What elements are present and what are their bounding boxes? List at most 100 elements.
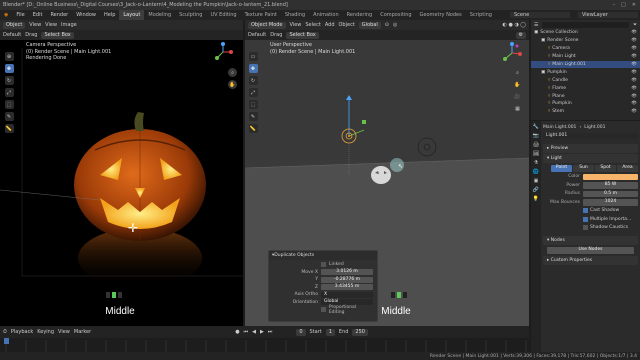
- object-tab-icon[interactable]: ▣: [534, 178, 539, 184]
- hand-pan-icon[interactable]: ✋: [228, 80, 237, 89]
- menu-edit[interactable]: Edit: [29, 12, 47, 18]
- maximize-button[interactable]: □: [621, 2, 626, 8]
- multiple-importance-checkbox[interactable]: [583, 216, 588, 222]
- minimize-button[interactable]: –: [613, 2, 616, 8]
- cast-shadow-checkbox[interactable]: [583, 208, 588, 214]
- shadow-caustics-row[interactable]: Shadow Caustics: [543, 224, 638, 233]
- outliner-row[interactable]: ▿ Stem 👁: [531, 108, 640, 116]
- proportional-icon[interactable]: ◎: [393, 22, 397, 28]
- right-select-tool-icon[interactable]: ▭: [248, 52, 258, 61]
- outliner-row[interactable]: ▿ Main Light 👁: [531, 53, 640, 61]
- right-rotate-tool-icon[interactable]: ↻: [248, 76, 258, 85]
- right-menu-select[interactable]: Select: [305, 22, 320, 28]
- zoom-icon[interactable]: ⌕: [228, 68, 237, 77]
- visibility-eye-icon[interactable]: 👁: [631, 54, 637, 59]
- light-color-swatch[interactable]: [583, 173, 638, 180]
- camera-view-icon[interactable]: 🎥: [513, 92, 522, 101]
- left-render-viewport[interactable]: ✛ Camera Perspective (0) Render Scene | …: [0, 40, 243, 326]
- move-x-field[interactable]: 3.0126 m: [321, 269, 373, 276]
- right-hand-pan-icon[interactable]: ✋: [513, 80, 522, 89]
- visibility-eye-icon[interactable]: 👁: [631, 46, 637, 51]
- move-tool-icon[interactable]: ✥: [4, 64, 14, 73]
- timeline-menu-marker[interactable]: Marker: [74, 329, 91, 335]
- tool-tab-icon[interactable]: 🔧: [533, 124, 539, 130]
- outliner-row[interactable]: ▿ Flame 👁: [531, 84, 640, 92]
- constraints-tab-icon[interactable]: 🔗: [533, 187, 539, 193]
- outliner-row[interactable]: ▣ Render Scene 👁: [531, 37, 640, 45]
- view-layer-tab-icon[interactable]: 🖼: [533, 151, 539, 157]
- visibility-eye-icon[interactable]: 👁: [631, 86, 637, 91]
- cast-shadow-row[interactable]: Cast Shadow: [543, 207, 638, 216]
- filter-icon[interactable]: ⏷: [633, 22, 637, 28]
- tab-compositing[interactable]: Compositing: [376, 10, 415, 20]
- multiple-importance-row[interactable]: Multiple Importa...: [543, 215, 638, 224]
- right-annotate-tool-icon[interactable]: ✎: [248, 112, 258, 121]
- right-move-tool-icon[interactable]: ✥: [248, 64, 258, 73]
- light-type-area[interactable]: Area: [617, 165, 638, 172]
- outliner-row[interactable]: ▣ Scene Collection 👁: [531, 29, 640, 37]
- timeline-menu-keying[interactable]: Keying: [37, 329, 54, 335]
- left-mode-dropdown[interactable]: Object: [3, 21, 26, 29]
- play-icon[interactable]: ▶: [260, 329, 264, 335]
- world-tab-icon[interactable]: 🌐: [533, 169, 539, 175]
- right-orientation-label[interactable]: Default: [248, 32, 266, 38]
- panel-header[interactable]: ▾ Duplicate Objects: [269, 251, 377, 260]
- visibility-eye-icon[interactable]: 👁: [631, 94, 637, 99]
- play-reverse-icon[interactable]: ◀: [252, 329, 256, 335]
- proportional-checkbox[interactable]: [320, 307, 326, 313]
- start-frame-field[interactable]: 1: [325, 328, 335, 336]
- visibility-eye-icon[interactable]: 👁: [631, 30, 637, 35]
- datablock-field[interactable]: Light.001: [543, 132, 638, 139]
- right-transform-tool-icon[interactable]: ⬚: [248, 100, 258, 109]
- radius-field[interactable]: 0.5 m: [583, 190, 638, 197]
- left-menu-image[interactable]: Image: [61, 22, 77, 28]
- scene-selector[interactable]: Scene: [509, 12, 570, 18]
- right-menu-view[interactable]: View: [290, 22, 302, 28]
- axis-ortho-dropdown[interactable]: X: [321, 291, 373, 298]
- timeline-ruler[interactable]: [0, 338, 529, 352]
- cursor-tool-icon[interactable]: ⊕: [4, 52, 14, 61]
- right-menu-add[interactable]: Add: [325, 22, 335, 28]
- transform-tool-icon[interactable]: ⬚: [4, 100, 14, 109]
- right-menu-object[interactable]: Object: [339, 22, 355, 28]
- shadow-caustics-checkbox[interactable]: [583, 225, 588, 231]
- max-bounces-field[interactable]: 1024: [583, 199, 638, 206]
- viewport-shading-icons[interactable]: ◐ ● ◑ ◯: [503, 22, 526, 28]
- light-data-tab-icon[interactable]: 💡: [533, 196, 539, 202]
- visibility-eye-icon[interactable]: 👁: [631, 101, 637, 106]
- use-nodes-button[interactable]: Use Nodes: [547, 247, 634, 254]
- linked-row[interactable]: Linked: [273, 261, 373, 269]
- light-type-point[interactable]: Point: [551, 165, 572, 172]
- menu-window[interactable]: Window: [72, 12, 100, 18]
- tab-sculpting[interactable]: Sculpting: [175, 10, 206, 20]
- close-button[interactable]: ✕: [632, 2, 636, 8]
- annotate-tool-icon[interactable]: ✎: [4, 112, 14, 121]
- tab-modeling[interactable]: Modeling: [144, 10, 175, 20]
- tab-texture-paint[interactable]: Texture Paint: [241, 10, 281, 20]
- tab-scripting[interactable]: Scripting: [466, 10, 496, 20]
- viewlayer-selector[interactable]: ViewLayer: [577, 12, 638, 18]
- timeline-editor-icon[interactable]: ⏱: [3, 329, 7, 335]
- tab-rendering[interactable]: Rendering: [343, 10, 377, 20]
- left-orientation-label[interactable]: Default: [3, 32, 21, 38]
- light-type-sun[interactable]: Sun: [573, 165, 594, 172]
- outliner-row[interactable]: ▿ Camera 👁: [531, 45, 640, 53]
- power-field[interactable]: 85 W: [583, 182, 638, 189]
- outliner-row[interactable]: ▿ Main Light.001 👁: [531, 60, 640, 69]
- custom-properties-section[interactable]: ▸ Custom Properties: [543, 255, 638, 265]
- left-menu-view[interactable]: View: [29, 22, 41, 28]
- grid-view-icon[interactable]: ▦: [513, 104, 522, 113]
- menu-render[interactable]: Render: [46, 12, 72, 18]
- breadcrumb-object[interactable]: Main Light.001: [543, 125, 576, 130]
- tab-animation[interactable]: Animation: [309, 10, 343, 20]
- right-mode-dropdown[interactable]: Object Mode: [248, 21, 286, 29]
- rotate-tool-icon[interactable]: ↻: [4, 76, 14, 85]
- tab-layout[interactable]: Layout: [119, 10, 145, 20]
- tab-shading[interactable]: Shading: [281, 10, 309, 20]
- right-gizmo[interactable]: [501, 42, 523, 64]
- preview-section[interactable]: ▸ Preview: [543, 144, 638, 153]
- options-dropdown[interactable]: ⚙: [515, 31, 526, 39]
- jump-start-icon[interactable]: ⏮: [244, 329, 249, 335]
- tab-geometry-nodes[interactable]: Geometry Nodes: [416, 10, 466, 20]
- left-gizmo[interactable]: [213, 42, 233, 62]
